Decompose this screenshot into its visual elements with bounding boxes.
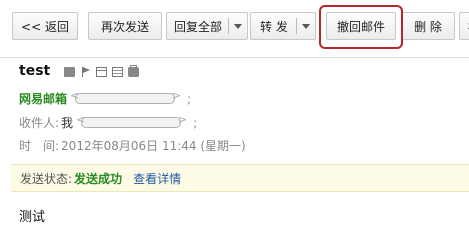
mark-button[interactable]: 标 — [459, 12, 469, 40]
delete-button-label: 删 除 — [414, 19, 442, 34]
sender-address-redacted — [70, 89, 181, 104]
calendar-icon[interactable] — [96, 67, 107, 77]
mail-body: 测试 — [19, 210, 46, 225]
forward-button[interactable]: 转 发 — [250, 12, 316, 40]
back-button[interactable]: << 返回 — [12, 12, 78, 40]
time-label: 时 间: — [19, 139, 60, 153]
tag-icon[interactable] — [64, 67, 75, 77]
mail-toolbar: << 返回 再次发送 回复全部 转 发 撤回邮件 删 除 标 — [0, 0, 469, 56]
sender-name[interactable]: 网易邮箱 — [19, 90, 67, 107]
subject-action-icons — [64, 65, 139, 77]
sender-row: 网易邮箱 ; — [19, 89, 192, 107]
print-icon[interactable] — [128, 65, 139, 77]
reply-all-button-label: 回复全部 — [174, 19, 223, 34]
send-status-bar: 发送状态: 发送成功 查看详情 — [11, 164, 469, 192]
recipient-name[interactable]: 我 — [61, 114, 73, 131]
resend-button-label: 再次发送 — [100, 19, 149, 34]
recipient-label: 收件人: — [19, 116, 60, 130]
reply-all-button[interactable]: 回复全部 — [166, 12, 248, 40]
mail-subject: test — [19, 63, 51, 79]
reply-all-dropdown-icon[interactable] — [234, 24, 242, 29]
note-icon[interactable] — [112, 67, 123, 77]
delete-button[interactable]: 删 除 — [401, 12, 455, 40]
recipient-row: 收件人: 我 ; — [19, 113, 198, 131]
header-divider — [0, 57, 469, 58]
reply-all-split-divider — [228, 18, 229, 34]
recipient-separator: ; — [193, 115, 198, 130]
recipient-address-redacted — [76, 113, 187, 128]
back-button-label: << 返回 — [21, 19, 69, 34]
send-status-label: 发送状态: — [20, 171, 73, 186]
time-row: 时 间: 2012年08月06日 11:44 (星期一) — [19, 137, 246, 154]
forward-split-divider — [296, 18, 297, 34]
send-status-value: 发送成功 — [74, 171, 123, 186]
forward-button-label: 转 发 — [260, 19, 288, 34]
sender-separator: ; — [187, 91, 192, 106]
resend-button[interactable]: 再次发送 — [88, 12, 162, 40]
view-details-link[interactable]: 查看详情 — [133, 170, 181, 187]
time-value: 2012年08月06日 11:44 (星期一) — [61, 139, 246, 153]
forward-dropdown-icon[interactable] — [302, 24, 310, 29]
recall-highlight-box — [319, 5, 403, 49]
flag-icon[interactable] — [80, 67, 91, 77]
